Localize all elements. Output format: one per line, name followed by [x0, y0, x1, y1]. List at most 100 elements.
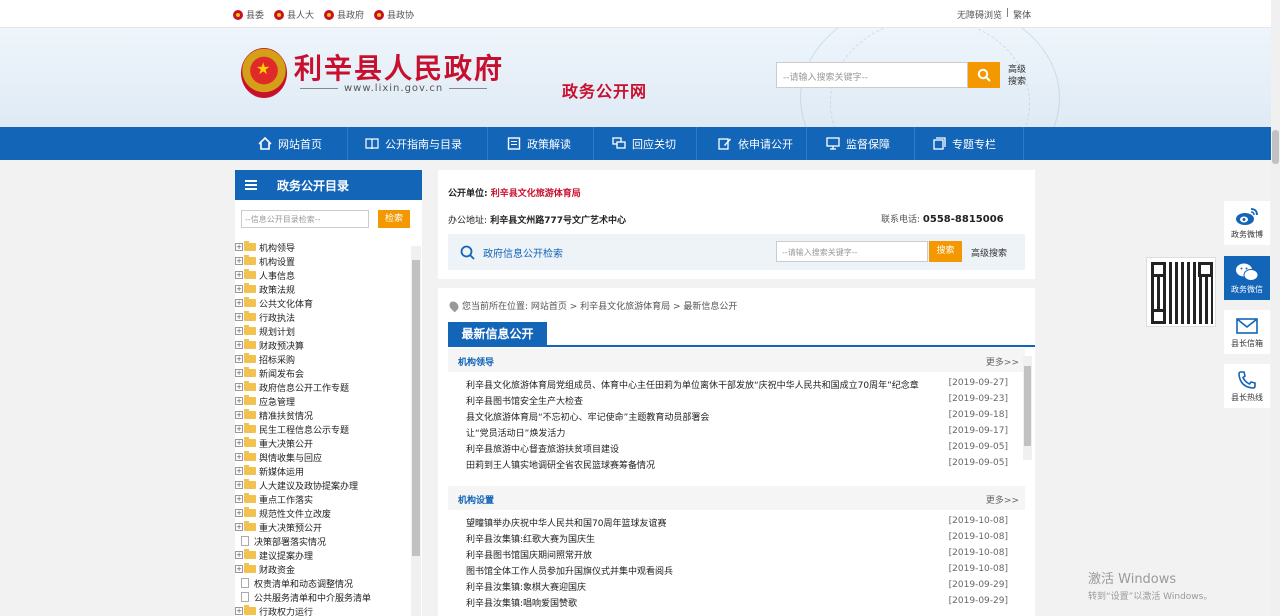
news-title[interactable]: 利辛县汝集镇:象棋大赛迎国庆: [466, 580, 931, 593]
news-title[interactable]: 县文化旅游体育局“不忘初心、牢记使命”主题教育动员部署会: [466, 410, 931, 423]
news-title[interactable]: 利辛县汝集镇:红歌大赛为国庆生: [466, 532, 931, 545]
tree-item[interactable]: + 精准扶贫情况: [235, 408, 410, 422]
tree-item[interactable]: + 财政资金: [235, 562, 410, 576]
tree-item[interactable]: + 公共文化体育: [235, 296, 410, 310]
tree-item[interactable]: + 政府信息公开工作专题: [235, 380, 410, 394]
advanced-search-link[interactable]: 高级搜索: [1008, 64, 1028, 88]
tree-item[interactable]: + 机构设置: [235, 254, 410, 268]
expand-icon[interactable]: +: [235, 257, 243, 265]
expand-icon[interactable]: +: [235, 509, 243, 517]
expand-icon[interactable]: +: [235, 355, 243, 363]
tree-item[interactable]: + 人大建议及政协提案办理: [235, 478, 410, 492]
tree-item[interactable]: + 政策法规: [235, 282, 410, 296]
news-item[interactable]: 利辛县汝集镇:红歌大赛为国庆生 [2019-10-08]: [466, 530, 1008, 546]
info-search-button[interactable]: 搜索: [929, 241, 962, 262]
top-link-cppcc[interactable]: 县政协: [374, 8, 414, 21]
nav-item-supervision[interactable]: 监督保障: [826, 127, 890, 160]
tree-item[interactable]: + 新媒体运用: [235, 464, 410, 478]
info-search-input[interactable]: --请输入搜索关键字--: [776, 241, 928, 262]
float-weibo[interactable]: 政务微博: [1224, 201, 1270, 245]
news-item[interactable]: 县文化旅游体育局“不忘初心、牢记使命”主题教育动员部署会 [2019-09-18]: [466, 408, 1008, 424]
tree-item[interactable]: + 民生工程信息公示专题: [235, 422, 410, 436]
tree-item[interactable]: + 重点工作落实: [235, 492, 410, 506]
expand-icon[interactable]: +: [235, 551, 243, 559]
expand-icon[interactable]: +: [235, 565, 243, 573]
unit-value[interactable]: 利辛县文化旅游体育局: [491, 189, 581, 199]
page-scrollbar[interactable]: [1271, 0, 1280, 616]
expand-icon[interactable]: +: [235, 411, 243, 419]
expand-icon[interactable]: +: [235, 327, 243, 335]
nav-item-guide[interactable]: 公开指南与目录: [365, 127, 462, 160]
tree-item[interactable]: + 应急管理: [235, 394, 410, 408]
tree-item[interactable]: + 人事信息: [235, 268, 410, 282]
news-item[interactable]: 利辛县文化旅游体育局党组成员、体育中心主任田莉为单位离休干部发放“庆祝中华人民共…: [466, 376, 1008, 392]
news-item[interactable]: 利辛县旅游中心督查旅游扶贫项目建设 [2019-09-05]: [466, 440, 1008, 456]
sidebar-scrollbar[interactable]: [411, 246, 421, 616]
tree-item[interactable]: + 重大决策预公开: [235, 520, 410, 534]
traditional-chinese-link[interactable]: 繁体: [1013, 8, 1031, 21]
tree-item[interactable]: + 财政预决算: [235, 338, 410, 352]
header-search-button[interactable]: [968, 62, 1000, 88]
tree-item[interactable]: + 建议提案办理: [235, 548, 410, 562]
news-title[interactable]: 利辛县文化旅游体育局党组成员、体育中心主任田莉为单位离休干部发放“庆祝中华人民共…: [466, 378, 931, 391]
more-link[interactable]: 更多>>: [986, 493, 1019, 506]
float-mail[interactable]: 县长信箱: [1224, 310, 1270, 354]
expand-icon[interactable]: +: [235, 481, 243, 489]
expand-icon[interactable]: +: [235, 523, 243, 531]
top-link-county-committee[interactable]: 县委: [233, 8, 264, 21]
expand-icon[interactable]: +: [235, 285, 243, 293]
news-title[interactable]: 利辛县汝集镇:唱响爱国赞歌: [466, 596, 931, 609]
float-hotline[interactable]: 县长热线: [1224, 364, 1270, 408]
expand-icon[interactable]: +: [235, 383, 243, 391]
expand-icon[interactable]: +: [235, 243, 243, 251]
tree-item[interactable]: + 重大决策公开: [235, 436, 410, 450]
news-item[interactable]: 利辛县图书馆国庆期间照常开放 [2019-10-08]: [466, 546, 1008, 562]
scrollbar-thumb[interactable]: [1272, 130, 1279, 164]
expand-icon[interactable]: +: [235, 607, 243, 615]
expand-icon[interactable]: +: [235, 495, 243, 503]
directory-search-input[interactable]: --信息公开目录检索--: [241, 210, 369, 228]
nav-item-topics[interactable]: 专题专栏: [932, 127, 996, 160]
news-item[interactable]: 利辛县汝集镇:象棋大赛迎国庆 [2019-09-29]: [466, 578, 1008, 594]
news-title[interactable]: 图书馆全体工作人员参加升国旗仪式并集中观看阅兵: [466, 564, 931, 577]
more-link[interactable]: 更多>>: [986, 355, 1019, 368]
news-item[interactable]: 让“党员活动日”焕发活力 [2019-09-17]: [466, 424, 1008, 440]
expand-icon[interactable]: +: [235, 467, 243, 475]
accessibility-link[interactable]: 无障碍浏览: [957, 8, 1002, 21]
list-scrollbar[interactable]: [1023, 356, 1032, 460]
expand-icon[interactable]: +: [235, 439, 243, 447]
news-item[interactable]: 利辛县汝集镇:唱响爱国赞歌 [2019-09-29]: [466, 594, 1008, 610]
tree-item[interactable]: 决策部署落实情况: [235, 534, 410, 548]
expand-icon[interactable]: +: [235, 369, 243, 377]
header-search-input[interactable]: --请输入搜索关键字--: [776, 62, 968, 88]
nav-item-response[interactable]: 回应关切: [612, 127, 676, 160]
news-item[interactable]: 利辛县图书馆安全生产大检查 [2019-09-23]: [466, 392, 1008, 408]
nav-item-policy[interactable]: 政策解读: [507, 127, 571, 160]
news-title[interactable]: 利辛县图书馆安全生产大检查: [466, 394, 931, 407]
site-name[interactable]: 利辛县人民政府: [294, 47, 504, 87]
info-advanced-search-link[interactable]: 高级搜索: [971, 246, 1007, 259]
news-title[interactable]: 利辛县旅游中心督查旅游扶贫项目建设: [466, 442, 931, 455]
news-item[interactable]: 望疃镇举办庆祝中华人民共和国70周年篮球友谊赛 [2019-10-08]: [466, 514, 1008, 530]
tab-latest-info[interactable]: 最新信息公开: [448, 322, 547, 347]
news-title[interactable]: 让“党员活动日”焕发活力: [466, 426, 931, 439]
tree-item[interactable]: + 行政权力运行: [235, 604, 410, 616]
expand-icon[interactable]: +: [235, 313, 243, 321]
news-item[interactable]: 田莉到王人镇实地调研全省农民篮球赛筹备情况 [2019-09-05]: [466, 456, 1008, 472]
expand-icon[interactable]: +: [235, 425, 243, 433]
section-title[interactable]: 机构设置: [458, 493, 494, 506]
top-link-government[interactable]: 县政府: [324, 8, 364, 21]
scrollbar-thumb[interactable]: [412, 260, 420, 556]
tree-item[interactable]: + 规范性文件立改废: [235, 506, 410, 520]
news-title[interactable]: 利辛县图书馆国庆期间照常开放: [466, 548, 931, 561]
tree-item[interactable]: 公共服务清单和中介服务清单: [235, 590, 410, 604]
tree-item[interactable]: + 新闻发布会: [235, 366, 410, 380]
expand-icon[interactable]: +: [235, 341, 243, 349]
float-wechat[interactable]: 政务微信: [1224, 256, 1270, 300]
scrollbar-thumb[interactable]: [1024, 366, 1031, 446]
tree-item[interactable]: + 舆情收集与回应: [235, 450, 410, 464]
news-title[interactable]: 田莉到王人镇实地调研全省农民篮球赛筹备情况: [466, 458, 931, 471]
tree-item[interactable]: + 行政执法: [235, 310, 410, 324]
top-link-peoples-congress[interactable]: 县人大: [274, 8, 314, 21]
nav-item-apply[interactable]: 依申请公开: [718, 127, 793, 160]
